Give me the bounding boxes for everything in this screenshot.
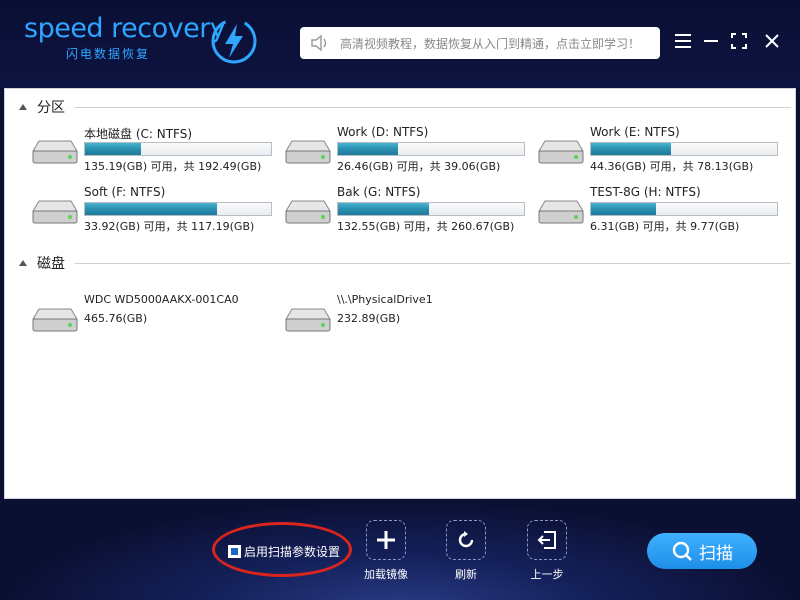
back-label: 上一步: [530, 568, 564, 581]
disk-size: 232.89(GB): [337, 312, 401, 325]
back-icon-box[interactable]: [527, 520, 567, 560]
collapse-triangle-icon[interactable]: [19, 260, 27, 266]
plus-icon: [377, 531, 395, 549]
scan-params-option[interactable]: 启用扫描参数设置: [228, 543, 340, 560]
partition-item[interactable]: TEST-8G (H: NTFS) 6.31(GB) 可用，共 9.77(GB): [537, 185, 787, 235]
partition-space: 135.19(GB) 可用，共 192.49(GB): [84, 160, 262, 173]
hard-drive-icon: [538, 140, 584, 164]
usage-bar-fill: [591, 203, 657, 215]
usage-bar-fill: [338, 143, 398, 155]
logo-subtitle: 闪电数据恢复: [66, 47, 151, 61]
add-image-button[interactable]: 加载镜像: [356, 520, 416, 582]
disk-size: 465.76(GB): [84, 312, 148, 325]
divider: [75, 106, 791, 108]
disks-label: 磁盘: [37, 256, 65, 272]
usage-bar: [337, 142, 525, 156]
hard-drive-icon: [538, 200, 584, 224]
hard-drive-icon: [285, 308, 331, 332]
partition-name: TEST-8G (H: NTFS): [590, 185, 701, 199]
disk-item[interactable]: \\.\PhysicalDrive1 232.89(GB): [284, 293, 534, 343]
usage-bar: [337, 202, 525, 216]
tutorial-banner-text: 高清视频教程，数据恢复从入门到精通，点击立即学习！: [340, 36, 641, 51]
add-image-label: 加载镜像: [364, 568, 408, 581]
usage-bar-fill: [591, 143, 671, 155]
partition-name: Soft (F: NTFS): [84, 185, 166, 199]
usage-bar: [84, 142, 272, 156]
refresh-button[interactable]: 刷新: [436, 520, 496, 582]
maximize-icon[interactable]: [728, 30, 750, 52]
speaker-icon: [311, 34, 327, 52]
partitions-label: 分区: [37, 100, 65, 116]
lightning-bolt-icon: [211, 18, 257, 64]
usage-bar-fill: [85, 143, 141, 155]
menu-icon[interactable]: [672, 30, 694, 52]
refresh-label: 刷新: [455, 568, 477, 581]
app-logo: speed recovery 闪电数据恢复: [24, 13, 226, 62]
partition-space: 33.92(GB) 可用，共 117.19(GB): [84, 220, 255, 233]
scan-params-label: 启用扫描参数设置: [244, 545, 341, 559]
exit-arrow-icon: [537, 531, 556, 549]
partition-name: Work (D: NTFS): [337, 125, 429, 139]
refresh-icon: [458, 531, 474, 548]
usage-bar-fill: [85, 203, 218, 215]
scan-button[interactable]: 扫描: [647, 533, 757, 569]
search-icon: [672, 541, 692, 561]
scan-label: 扫描: [699, 543, 733, 564]
partition-item[interactable]: Work (E: NTFS) 44.36(GB) 可用，共 78.13(GB): [537, 125, 787, 175]
partition-item[interactable]: Work (D: NTFS) 26.46(GB) 可用，共 39.06(GB): [284, 125, 534, 175]
hard-drive-icon: [32, 140, 78, 164]
minimize-icon[interactable]: [700, 30, 722, 52]
hard-drive-icon: [32, 200, 78, 224]
tutorial-banner[interactable]: 高清视频教程，数据恢复从入门到精通，点击立即学习！: [300, 27, 660, 59]
divider: [75, 262, 791, 264]
partition-name: 本地磁盘 (C: NTFS): [84, 127, 193, 141]
usage-bar: [590, 142, 778, 156]
partition-space: 26.46(GB) 可用，共 39.06(GB): [337, 160, 501, 173]
partition-item[interactable]: Soft (F: NTFS) 33.92(GB) 可用，共 117.19(GB): [31, 185, 281, 235]
bottom-toolbar: 启用扫描参数设置 加载镜像 刷新 上一步 扫描: [0, 500, 800, 600]
drive-list-panel: 分区 本地磁盘 (C: NTFS) 135.19(GB) 可用，共 192.49…: [4, 88, 796, 499]
partition-space: 44.36(GB) 可用，共 78.13(GB): [590, 160, 754, 173]
disk-name: \\.\PhysicalDrive1: [337, 293, 433, 306]
hard-drive-icon: [285, 200, 331, 224]
back-button[interactable]: 上一步: [517, 520, 577, 582]
partition-space: 132.55(GB) 可用，共 260.67(GB): [337, 220, 515, 233]
usage-bar-fill: [338, 203, 430, 215]
close-icon[interactable]: [761, 30, 783, 52]
logo-text: speed recovery: [24, 13, 226, 44]
title-bar: speed recovery 闪电数据恢复 高清视频教程，数据恢复从入门到精通，…: [0, 0, 800, 88]
partition-item[interactable]: Bak (G: NTFS) 132.55(GB) 可用，共 260.67(GB): [284, 185, 534, 235]
hard-drive-icon: [32, 308, 78, 332]
collapse-triangle-icon[interactable]: [19, 104, 27, 110]
partition-name: Work (E: NTFS): [590, 125, 680, 139]
hard-drive-icon: [285, 140, 331, 164]
add-image-icon-box[interactable]: [366, 520, 406, 560]
partition-space: 6.31(GB) 可用，共 9.77(GB): [590, 220, 740, 233]
disks-section-header[interactable]: 磁盘: [19, 253, 791, 273]
partition-item[interactable]: 本地磁盘 (C: NTFS) 135.19(GB) 可用，共 192.49(GB…: [31, 125, 281, 175]
scan-params-checkbox[interactable]: [228, 545, 241, 558]
partitions-section-header[interactable]: 分区: [19, 97, 791, 117]
disk-item[interactable]: WDC WD5000AAKX-001CA0 465.76(GB): [31, 293, 281, 343]
usage-bar: [84, 202, 272, 216]
refresh-icon-box[interactable]: [446, 520, 486, 560]
usage-bar: [590, 202, 778, 216]
partition-name: Bak (G: NTFS): [337, 185, 421, 199]
disk-name: WDC WD5000AAKX-001CA0: [84, 293, 239, 306]
